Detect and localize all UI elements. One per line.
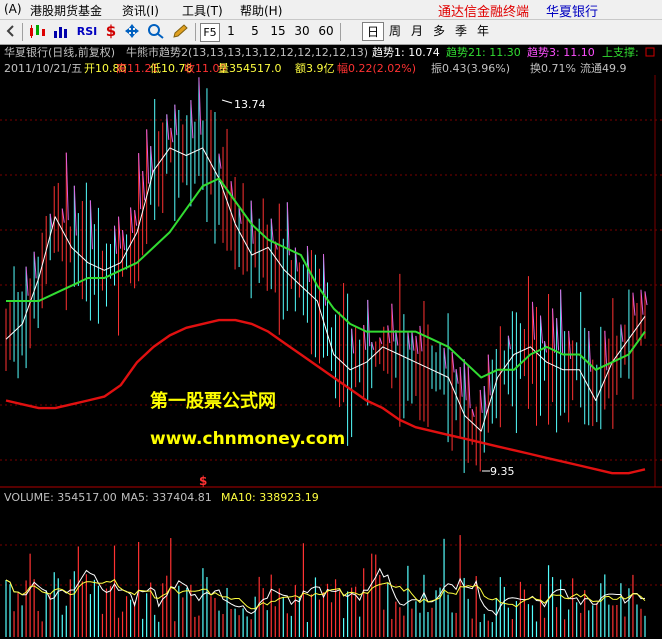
app-brand: 通达信金融终端 <box>438 5 530 20</box>
period-week[interactable]: 周 <box>384 22 406 41</box>
bar-date: 2011/10/21/五 <box>4 62 82 75</box>
watermark-title: 第一股票公式网 <box>150 390 276 412</box>
trend1-value: 趋势1: 10.74 <box>372 46 440 59</box>
volume-ma10: MA10: 338923.19 <box>221 491 319 504</box>
high-mark: 13.74 <box>234 98 266 111</box>
menu-item-tools[interactable]: 工具(T) <box>182 2 223 19</box>
candle-chart-icon[interactable] <box>28 23 48 40</box>
menu-bar: (A) 港股期货基金 资讯(I) 工具(T) 帮助(H) 通达信金融终端 华夏银… <box>0 0 662 20</box>
watermark-url: www.chnmoney.com <box>150 429 345 449</box>
chart-title: 华夏银行(日线,前复权) <box>4 45 115 59</box>
interval-5[interactable]: 5 <box>248 23 262 40</box>
toolbar: RSI $ F5 1 5 15 30 60 日 周 月 多 季 年 <box>0 20 662 45</box>
panel-close-icon[interactable] <box>645 47 655 57</box>
bar-turnover: 换0.71% <box>530 61 576 75</box>
move-icon[interactable] <box>122 23 142 40</box>
stock-name: 华夏银行 <box>546 5 599 20</box>
period-year[interactable]: 年 <box>472 22 494 41</box>
menu-item-help[interactable]: 帮助(H) <box>240 2 282 19</box>
bar-chart-icon[interactable] <box>52 23 72 40</box>
interval-60[interactable]: 60 <box>316 23 336 40</box>
back-icon[interactable] <box>4 23 18 40</box>
series-line <box>5 147 646 432</box>
dollar-icon[interactable]: $ <box>102 23 120 40</box>
menu-item-hk-futures[interactable]: 港股期货基金 <box>30 2 102 19</box>
high-arrow <box>221 99 233 104</box>
pencil-icon[interactable] <box>170 23 190 40</box>
support-label: 上支撑: <box>602 45 639 59</box>
volume-label: VOLUME: 354517.00 <box>4 491 117 504</box>
period-quarter[interactable]: 季 <box>450 22 472 41</box>
formula-label: 牛熊市趋势2(13,13,13,13,12,12,12,12,12,13) <box>126 45 368 59</box>
f5-button[interactable]: F5 <box>200 23 220 42</box>
series-line <box>6 177 646 379</box>
bar-volume: 量354517.0 <box>218 62 282 75</box>
low-mark: 9.35 <box>490 465 515 478</box>
series-line <box>5 318 646 475</box>
bar-float: 流通49.9 <box>580 61 627 75</box>
menu-item-news[interactable]: 资讯(I) <box>122 2 159 19</box>
period-day[interactable]: 日 <box>362 22 384 41</box>
dollar-mark: $ <box>199 474 207 488</box>
trend21-value: 趋势21: 11.30 <box>446 46 521 59</box>
menu-item-a[interactable]: (A) <box>4 2 22 16</box>
volume-ma5: MA5: 337404.81 <box>121 491 212 504</box>
interval-30[interactable]: 30 <box>292 23 312 40</box>
zoom-icon[interactable] <box>146 23 166 40</box>
indicator-rsi-button[interactable]: RSI <box>76 23 98 40</box>
period-multi[interactable]: 多 <box>428 22 450 41</box>
bar-amount: 额3.9亿 <box>295 62 335 75</box>
period-month[interactable]: 月 <box>406 22 428 41</box>
stock-chart[interactable]: 华夏银行(日线,前复权) 牛熊市趋势2(13,13,13,13,12,12,12… <box>0 45 662 639</box>
bar-change: 幅0.22(2.02%) <box>337 62 416 75</box>
trend3-value: 趋势3: 11.10 <box>527 46 595 59</box>
interval-15[interactable]: 15 <box>268 23 288 40</box>
bar-amplitude: 振0.43(3.96%) <box>431 61 510 75</box>
interval-1[interactable]: 1 <box>224 23 238 40</box>
